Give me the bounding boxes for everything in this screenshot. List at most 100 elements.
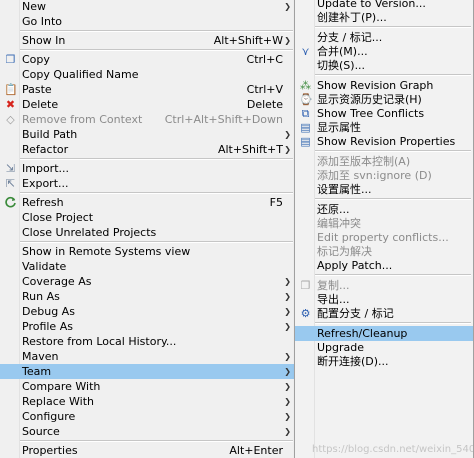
menu-item-显示属性[interactable]: ▤ 显示属性	[295, 120, 473, 135]
menu-item-label: Run As	[22, 290, 60, 303]
menu-item-copy-qualified-name[interactable]: Copy Qualified Name	[0, 67, 295, 82]
menu-item-shortcut: Ctrl+C	[246, 53, 283, 66]
menu-separator	[315, 198, 471, 200]
menu-item-restore-from-local-history[interactable]: Restore from Local History...	[0, 334, 295, 349]
menu-item-upgrade[interactable]: Upgrade	[295, 340, 473, 355]
menu-item-label: Show Revision Properties	[317, 135, 456, 148]
menu-item-label: Compare With	[22, 380, 101, 393]
menu-item-show-tree-conflicts[interactable]: ⧉ Show Tree Conflicts	[295, 106, 473, 121]
menu-separator	[20, 192, 293, 194]
menu-item-还原[interactable]: 还原...	[295, 202, 473, 217]
menu-item-refresh-cleanup[interactable]: Refresh/Cleanup	[295, 326, 473, 341]
menu-item-切换-s[interactable]: 切换(S)...	[295, 58, 473, 73]
menu-item-label: Apply Patch...	[317, 259, 393, 272]
menu-item-分支-标记[interactable]: 分支 / 标记...	[295, 30, 473, 45]
submenu-arrow-icon: ❯	[284, 367, 291, 376]
import-icon: ⇲	[5, 162, 16, 175]
menu-item-标记为解决: 标记为解决	[295, 244, 473, 259]
menu-item-refactor[interactable]: Refactor Alt+Shift+T ❯	[0, 142, 295, 157]
menu-item-显示资源历史记录-h[interactable]: ⌚ 显示资源历史记录(H)	[295, 92, 473, 107]
menu-item-label: Refresh/Cleanup	[317, 327, 408, 340]
menu-item-delete[interactable]: ✖ Delete Delete	[0, 97, 295, 112]
menu-item-shortcut: Delete	[246, 98, 283, 111]
menu-item-close-unrelated-projects[interactable]: Close Unrelated Projects	[0, 225, 295, 240]
menu-item-label: New	[22, 0, 46, 13]
delete-icon: ✖	[5, 98, 16, 111]
menu-item-debug-as[interactable]: Debug As ❯	[0, 304, 295, 319]
menu-item-import[interactable]: ⇲ Import...	[0, 161, 295, 176]
menu-item-new[interactable]: New ❯	[0, 0, 295, 14]
menu-item-validate[interactable]: Validate	[0, 259, 295, 274]
menu-item-configure[interactable]: Configure ❯	[0, 409, 295, 424]
menu-item-配置分支-标记[interactable]: ⚙ 配置分支 / 标记	[295, 306, 473, 321]
menu-separator	[20, 440, 293, 442]
menu-separator	[315, 150, 471, 152]
menu-item-replace-with[interactable]: Replace With ❯	[0, 394, 295, 409]
history-icon: ⌚	[299, 93, 313, 106]
menu-item-导出[interactable]: 导出...	[295, 292, 473, 307]
menu-item-refresh[interactable]: Refresh F5	[0, 195, 295, 210]
menu-item-合并-m[interactable]: ⋎ 合并(M)...	[295, 44, 473, 59]
project-context-menu: New ❯ Go Into Show In Alt+Shift+W ❯ ❐ Copy Ctrl+…	[0, 0, 296, 458]
menu-item-label: Restore from Local History...	[22, 335, 177, 348]
menu-item-close-project[interactable]: Close Project	[0, 210, 295, 225]
menu-item-label: Paste	[22, 83, 52, 96]
tree-conflicts-icon: ⧉	[301, 107, 310, 120]
menu-item-label: 断开连接(D)...	[317, 355, 389, 368]
menu-item-go-into[interactable]: Go Into	[0, 14, 295, 29]
menu-item-profile-as[interactable]: Profile As ❯	[0, 319, 295, 334]
menu-item-apply-patch[interactable]: Apply Patch...	[295, 258, 473, 273]
menu-item-label: 显示属性	[317, 121, 361, 134]
menu-item-maven[interactable]: Maven ❯	[0, 349, 295, 364]
menu-item-复制: ❐ 复制...	[295, 278, 473, 293]
menu-item-team[interactable]: Team ❯	[0, 364, 295, 379]
menu-item-label: Copy Qualified Name	[22, 68, 139, 81]
menu-item-source[interactable]: Source ❯	[0, 424, 295, 439]
menu-item-label: Copy	[22, 53, 50, 66]
menu-item-label: Refactor	[22, 143, 69, 156]
menu-item-coverage-as[interactable]: Coverage As ❯	[0, 274, 295, 289]
branch-config-icon: ⚙	[300, 307, 311, 320]
menu-item-label: Profile As	[22, 320, 73, 333]
menu-item-label: Team	[22, 365, 52, 378]
menu-item-properties[interactable]: Properties Alt+Enter	[0, 443, 295, 458]
menu-item-remove-from-context: ◇ Remove from Context Ctrl+Alt+Shift+Down	[0, 112, 295, 127]
menu-item-label: Maven	[22, 350, 59, 363]
menu-item-label: Close Project	[22, 211, 94, 224]
menu-item-添加至版本控制-a: 添加至版本控制(A)	[295, 154, 473, 169]
menu-item-创建补丁-p[interactable]: 创建补丁(P)...	[295, 10, 473, 25]
menu-item-设置属性[interactable]: 设置属性...	[295, 182, 473, 197]
menu-item-export[interactable]: ⇱ Export...	[0, 176, 295, 191]
menu-item-show-in-remote-systems-view[interactable]: Show in Remote Systems view	[0, 244, 295, 259]
submenu-arrow-icon: ❯	[284, 130, 291, 139]
menu-item-编辑冲突: 编辑冲突	[295, 216, 473, 231]
menu-item-show-in[interactable]: Show In Alt+Shift+W ❯	[0, 33, 295, 48]
menu-item-build-path[interactable]: Build Path ❯	[0, 127, 295, 142]
menu-item-label: Import...	[22, 162, 69, 175]
screen: { "main_menu": [ {"label": "New", "accel…	[0, 0, 474, 458]
submenu-arrow-icon: ❯	[284, 352, 291, 361]
menu-item-断开连接-d[interactable]: 断开连接(D)...	[295, 354, 473, 369]
menu-item-label: Debug As	[22, 305, 75, 318]
menu-item-compare-with[interactable]: Compare With ❯	[0, 379, 295, 394]
export-icon: ⇱	[5, 177, 16, 190]
revision-properties-icon: ▤	[300, 135, 311, 148]
revision-graph-icon: ⁂	[300, 79, 311, 92]
menu-separator	[20, 158, 293, 160]
menu-item-label: Upgrade	[317, 341, 365, 354]
menu-item-paste[interactable]: 📋 Paste Ctrl+V	[0, 82, 295, 97]
menu-item-copy[interactable]: ❐ Copy Ctrl+C	[0, 52, 295, 67]
menu-item-label: 添加至版本控制(A)	[317, 155, 411, 168]
menu-item-label: 合并(M)...	[317, 45, 368, 58]
menu-item-show-revision-graph[interactable]: ⁂ Show Revision Graph	[295, 78, 473, 93]
remove-context-icon: ◇	[6, 113, 15, 126]
watermark: https://blog.csdn.net/weixin_54012945	[312, 444, 474, 455]
submenu-arrow-icon: ❯	[284, 382, 291, 391]
menu-item-show-revision-properties[interactable]: ▤ Show Revision Properties	[295, 134, 473, 149]
menu-item-label: Replace With	[22, 395, 94, 408]
submenu-arrow-icon: ❯	[284, 292, 291, 301]
menu-item-label: Coverage As	[22, 275, 92, 288]
menu-item-run-as[interactable]: Run As ❯	[0, 289, 295, 304]
menu-item-label: 标记为解决	[317, 245, 372, 258]
menu-item-label: Export...	[22, 177, 69, 190]
